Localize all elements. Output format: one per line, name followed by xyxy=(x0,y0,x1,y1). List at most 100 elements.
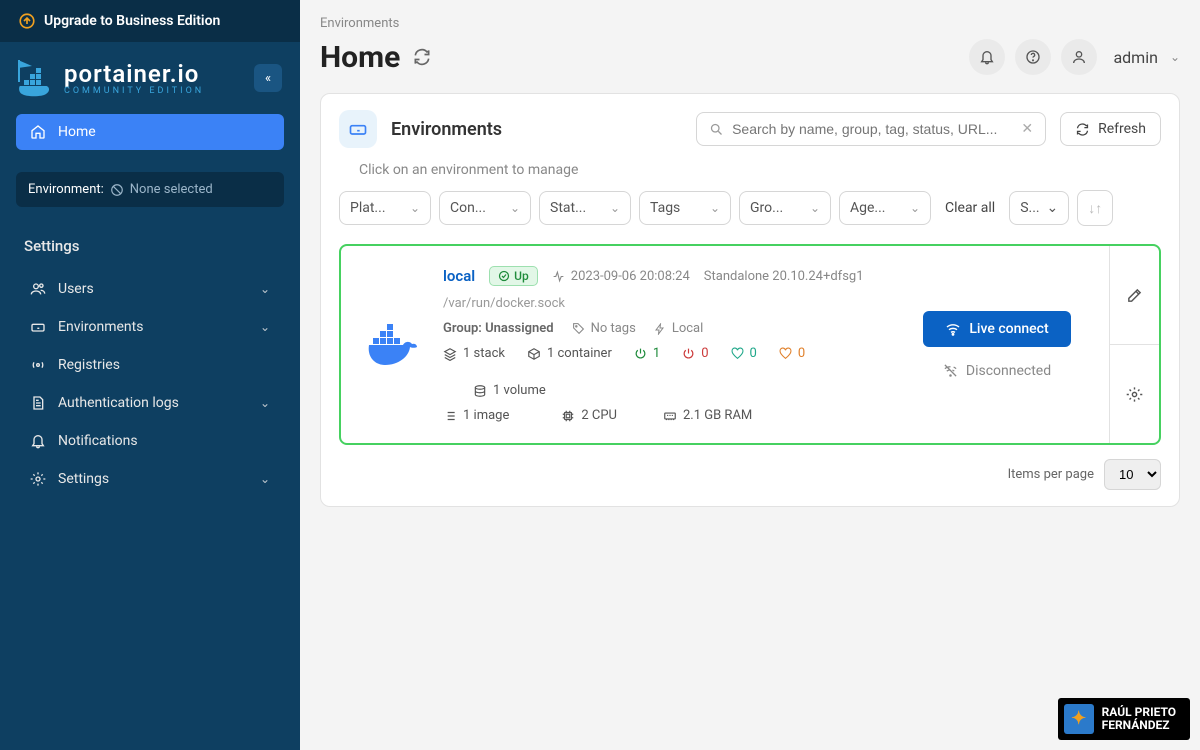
filter-platform[interactable]: Plat...⌄ xyxy=(339,191,431,225)
edit-environment-button[interactable] xyxy=(1110,246,1159,344)
stat-stopped: 0 xyxy=(682,346,708,361)
wifi-icon xyxy=(945,321,961,337)
nav-home[interactable]: Home xyxy=(16,114,284,150)
chevron-down-icon: ⌄ xyxy=(410,201,420,215)
zap-icon xyxy=(654,323,666,335)
environment-settings-button[interactable] xyxy=(1110,344,1159,443)
environment-card-local[interactable]: local Up 2023-09-06 20:08:24 Standalone … xyxy=(339,244,1161,445)
filter-group[interactable]: Gro...⌄ xyxy=(739,191,831,225)
user-icon xyxy=(1071,49,1087,65)
collapse-sidebar-button[interactable]: « xyxy=(254,64,282,92)
chevron-down-icon: ⌄ xyxy=(260,472,270,486)
env-tags: No tags xyxy=(572,321,636,336)
layers-icon xyxy=(443,347,457,361)
page-refresh-button[interactable] xyxy=(412,47,432,67)
user-menu[interactable]: admin ⌄ xyxy=(1113,48,1180,67)
list-icon xyxy=(443,409,457,423)
env-status-value: None selected xyxy=(130,182,213,197)
watermark-icon: ✦ xyxy=(1064,704,1094,734)
upgrade-banner[interactable]: Upgrade to Business Edition xyxy=(0,0,300,42)
filter-tags[interactable]: Tags⌄ xyxy=(639,191,731,225)
tag-icon xyxy=(572,322,585,335)
main-content: Environments Home admin xyxy=(300,0,1200,750)
power-icon xyxy=(634,347,647,360)
notifications-button[interactable] xyxy=(969,39,1005,75)
bell-icon xyxy=(30,433,46,449)
pager-label: Items per page xyxy=(1008,467,1094,482)
nav-settings[interactable]: Settings ⌄ xyxy=(16,461,284,497)
chevron-down-icon: ⌄ xyxy=(1170,50,1180,64)
logo-sub: COMMUNITY EDITION xyxy=(64,86,244,96)
nav-notifications[interactable]: Notifications xyxy=(16,423,284,459)
environment-status: Environment: None selected xyxy=(16,172,284,207)
filter-agent[interactable]: Age...⌄ xyxy=(839,191,931,225)
gear-icon xyxy=(30,471,46,487)
page-title: Home xyxy=(320,40,400,75)
chevrons-left-icon: « xyxy=(265,71,271,86)
wifi-off-icon xyxy=(943,363,958,378)
env-name: local xyxy=(443,267,475,285)
filter-status[interactable]: Stat...⌄ xyxy=(539,191,631,225)
sort-select[interactable]: S...⌄ xyxy=(1009,191,1069,225)
env-version: Standalone 20.10.24+dfsg1 xyxy=(704,269,864,284)
home-icon xyxy=(30,124,46,140)
logo-main: portainer.io xyxy=(64,60,244,88)
breadcrumb: Environments xyxy=(320,16,1180,31)
live-connect-button[interactable]: Live connect xyxy=(923,311,1071,347)
nav-environments[interactable]: Environments ⌄ xyxy=(16,309,284,345)
env-group: Group: Unassigned xyxy=(443,321,554,336)
nav-users[interactable]: Users ⌄ xyxy=(16,271,284,307)
watermark: ✦ RAÚL PRIETO FERNÁNDEZ xyxy=(1058,698,1190,740)
stat-unhealthy: 0 xyxy=(779,346,805,361)
nav-registries[interactable]: Registries xyxy=(16,347,284,383)
chevron-down-icon: ⌄ xyxy=(610,201,620,215)
search-box[interactable]: ✕ xyxy=(696,112,1046,146)
pager-select[interactable]: 10 xyxy=(1104,459,1161,490)
settings-heading: Settings xyxy=(0,219,300,263)
nav-settings-label: Settings xyxy=(58,471,109,487)
card-hint: Click on an environment to manage xyxy=(359,162,1161,178)
status-badge: Up xyxy=(489,266,538,286)
search-input[interactable] xyxy=(732,121,1013,137)
help-circle-icon xyxy=(1025,49,1041,65)
stat-stack: 1 stack xyxy=(443,346,505,361)
check-circle-icon xyxy=(498,270,510,282)
stat-running: 1 xyxy=(634,346,660,361)
bell-icon xyxy=(979,49,995,65)
env-status-label: Environment: xyxy=(28,182,104,197)
env-timestamp: 2023-09-06 20:08:24 xyxy=(552,269,690,284)
nav-home-label: Home xyxy=(58,124,96,140)
nav-users-label: Users xyxy=(58,281,94,297)
memory-icon xyxy=(663,409,677,423)
arrow-up-circle-icon xyxy=(18,12,36,30)
stat-ram: 2.1 GB RAM xyxy=(663,408,752,423)
power-icon xyxy=(682,347,695,360)
cpu-icon xyxy=(561,409,575,423)
nav-auth-logs[interactable]: Authentication logs ⌄ xyxy=(16,385,284,421)
stat-image: 1 image xyxy=(443,408,509,423)
chevron-down-icon: ⌄ xyxy=(510,201,520,215)
filter-connection[interactable]: Con...⌄ xyxy=(439,191,531,225)
portainer-logo-icon xyxy=(18,58,54,98)
environments-card: Environments ✕ Refresh Click on an envir… xyxy=(320,93,1180,507)
card-title: Environments xyxy=(391,119,682,140)
gear-icon xyxy=(1126,386,1143,403)
refresh-button[interactable]: Refresh xyxy=(1060,112,1161,146)
stat-cpu: 2 CPU xyxy=(561,408,617,423)
radio-icon xyxy=(30,357,46,373)
clear-all-button[interactable]: Clear all xyxy=(939,200,1001,216)
nav-registries-label: Registries xyxy=(58,357,120,373)
upgrade-label: Upgrade to Business Edition xyxy=(44,13,220,29)
hard-drive-icon xyxy=(30,319,46,335)
environments-icon xyxy=(339,110,377,148)
user-avatar-button[interactable] xyxy=(1061,39,1097,75)
sort-direction-button[interactable]: ↓↑ xyxy=(1077,190,1113,226)
chevron-down-icon: ⌄ xyxy=(710,201,720,215)
refresh-label: Refresh xyxy=(1098,121,1146,137)
clear-search-button[interactable]: ✕ xyxy=(1021,121,1033,137)
env-agent: Local xyxy=(654,321,703,336)
help-button[interactable] xyxy=(1015,39,1051,75)
box-icon xyxy=(527,347,541,361)
edit-icon xyxy=(1126,287,1143,304)
chevron-down-icon: ⌄ xyxy=(260,396,270,410)
